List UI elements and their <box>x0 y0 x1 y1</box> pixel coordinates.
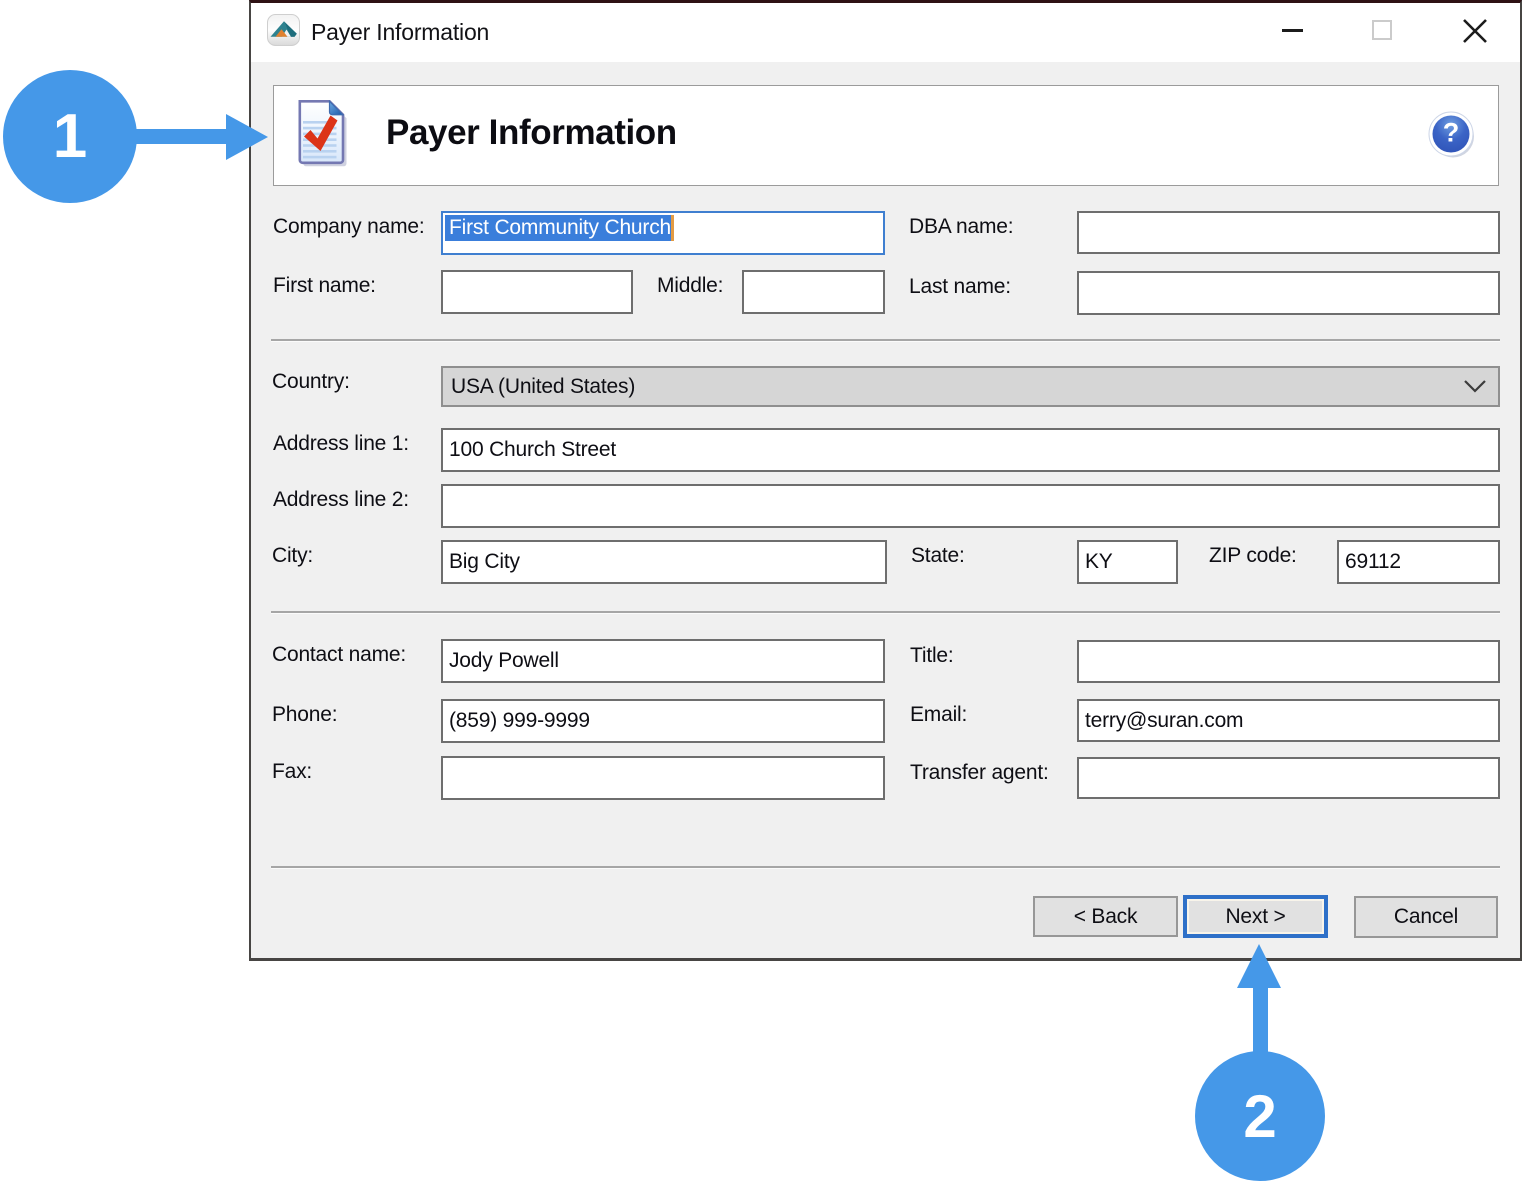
svg-text:?: ? <box>1443 118 1460 148</box>
